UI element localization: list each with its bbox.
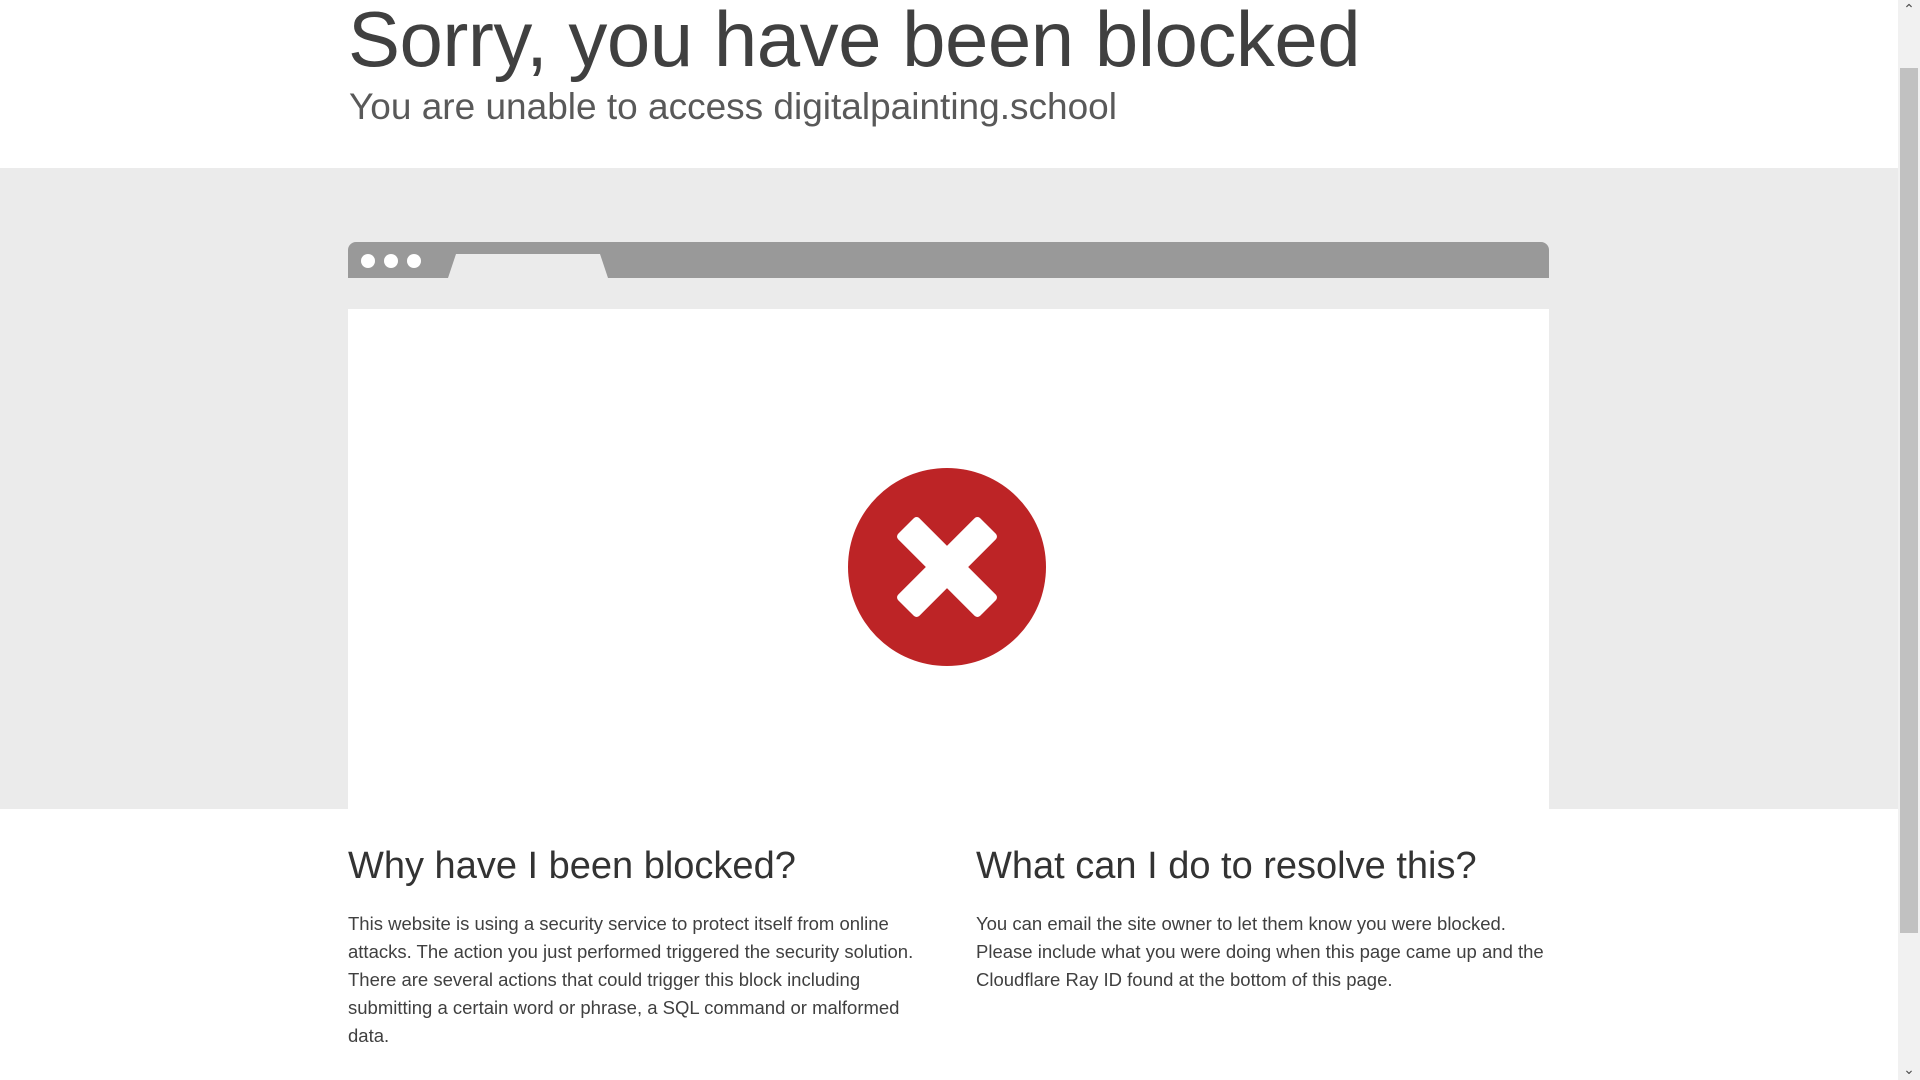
- vertical-scrollbar[interactable]: ⌃ ⌄: [1898, 0, 1920, 1080]
- why-blocked-text: This website is using a security service…: [348, 913, 914, 1046]
- x-circle-icon: [848, 468, 1046, 666]
- resolve-heading: What can I do to resolve this?: [976, 845, 1477, 887]
- window-dot-icon: [361, 254, 375, 268]
- browser-tab-illustration: [448, 254, 608, 278]
- page-header: Sorry, you have been blocked You are una…: [0, 0, 1898, 168]
- resolve-section: What can I do to resolve this? You can e…: [976, 845, 1551, 994]
- window-dot-icon: [384, 254, 398, 268]
- window-dot-icon: [407, 254, 421, 268]
- scrollbar-thumb[interactable]: [1900, 68, 1918, 933]
- resolve-text: You can email the site owner to let them…: [976, 913, 1544, 990]
- chevron-down-icon[interactable]: ⌄: [1898, 1060, 1920, 1080]
- why-blocked-heading: Why have I been blocked?: [348, 845, 796, 887]
- why-blocked-section: Why have I been blocked? This website is…: [348, 845, 923, 1050]
- blocked-page: Sorry, you have been blocked You are una…: [0, 0, 1920, 1080]
- browser-chrome-illustration: [348, 242, 1549, 278]
- page-title: Sorry, you have been blocked: [348, 0, 1361, 83]
- page-subtitle: You are unable to access digitalpainting…: [349, 86, 1117, 127]
- chevron-up-icon[interactable]: ⌃: [1898, 0, 1920, 20]
